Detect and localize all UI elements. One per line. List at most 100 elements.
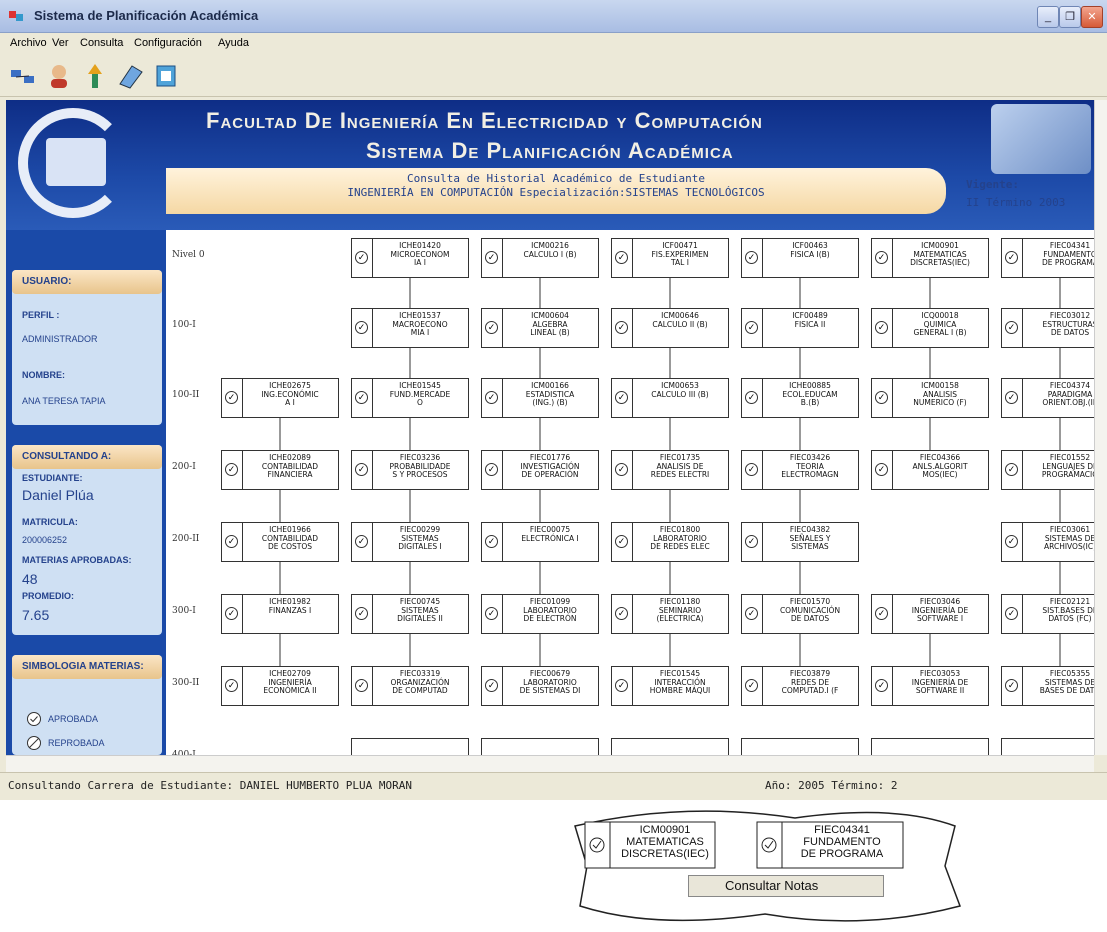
course-box[interactable]: ✓ FIEC04366 ANLS.ALGORIT MOS(IEC) <box>871 450 989 490</box>
course-box[interactable]: ✓ ICHE01537 MACROECONO MIA I <box>351 308 469 348</box>
course-label: ICHE01966 CONTABILIDAD DE COSTOS <box>244 525 336 552</box>
course-box[interactable]: ✓ ICHE01982 FINANZAS I <box>221 594 339 634</box>
course-name: CONTABILIDAD DE COSTOS <box>261 533 319 551</box>
course-box[interactable]: ✓ FIEC00299 SISTEMAS DIGITALES I <box>351 522 469 562</box>
course-box[interactable]: ✓ FIEC03012 ESTRUCTURAS DE DATOS <box>1001 308 1094 348</box>
course-name: FUNDAMENTO DE PROGRAMA <box>1042 249 1094 267</box>
course-box[interactable]: ✓ ICM00653 CALCULO III (B) <box>611 378 729 418</box>
course-name: LABORATORIO DE REDES ELEC <box>650 533 710 551</box>
course-box[interactable]: ✓ ICHE01966 CONTABILIDAD DE COSTOS <box>221 522 339 562</box>
approved-icon: ✓ <box>875 321 888 334</box>
course-name: ANALISIS NUMERICO (F) <box>913 389 967 407</box>
course-name: ALGEBRA LINEAL (B) <box>530 319 570 337</box>
course-box[interactable]: ✓ FIEC03319 ORGANIZACIÓN DE COMPUTAD <box>351 666 469 706</box>
course-box[interactable]: ✓ ICHE00885 ECOL.EDUCAM B.(B) <box>741 378 859 418</box>
horizontal-scrollbar[interactable] <box>6 755 1094 772</box>
course-box[interactable]: ✓ ICHE02675 ING.ECONÓMIC A I <box>221 378 339 418</box>
close-button[interactable]: ✕ <box>1081 6 1103 28</box>
course-divider <box>892 239 893 277</box>
course-box[interactable]: ✓ ICM00158 ANALISIS NUMERICO (F) <box>871 378 989 418</box>
menu-consulta[interactable]: Consulta <box>80 37 123 49</box>
navigate-icon[interactable] <box>80 62 110 90</box>
user-icon[interactable] <box>44 62 74 90</box>
perfil-value: ADMINISTRADOR <box>22 334 98 344</box>
menu-configuracion[interactable]: Configuración <box>134 37 202 49</box>
menu-ver[interactable]: Ver <box>52 37 69 49</box>
course-label: FIEC01776 INVESTIGACIÓN DE OPERACIÓN <box>504 453 596 480</box>
approved-icon: ✓ <box>485 607 498 620</box>
course-box[interactable]: ✓ FIEC03046 INGENIERÍA DE SOFTWARE I <box>871 594 989 634</box>
course-box[interactable]: ✓ FIEC01735 ANALISIS DE REDES ELECTRI <box>611 450 729 490</box>
course-box[interactable]: ✓ ICHE01545 FUND.MERCADE O <box>351 378 469 418</box>
course-box[interactable]: ✓ ICF00471 FIS.EXPERIMEN TAL I <box>611 238 729 278</box>
course-box[interactable]: ✓ FIEC03426 TEORIA ELECTROMAGN <box>741 450 859 490</box>
course-box[interactable]: ✓ FIEC03879 REDES DE COMPUTAD.I (F <box>741 666 859 706</box>
course-box[interactable]: ✓ ICF00463 FISICA I(B) <box>741 238 859 278</box>
course-box[interactable] <box>611 738 729 755</box>
course-box[interactable]: ✓ ICHE02709 INGENIERÍA ECONÓMICA II <box>221 666 339 706</box>
course-box[interactable] <box>1001 738 1094 755</box>
course-box[interactable]: ✓ FIEC01099 LABORATORIO DE ELECTRÓN <box>481 594 599 634</box>
maximize-button[interactable]: ❐ <box>1059 6 1081 28</box>
course-box[interactable]: ✓ FIEC01800 LABORATORIO DE REDES ELEC <box>611 522 729 562</box>
course-box[interactable]: ✓ FIEC04382 SEÑALES Y SISTEMAS <box>741 522 859 562</box>
course-box[interactable]: ✓ ICM00604 ALGEBRA LINEAL (B) <box>481 308 599 348</box>
course-divider <box>372 523 373 561</box>
approved-icon: ✓ <box>1005 463 1018 476</box>
menu-ayuda[interactable]: Ayuda <box>218 37 249 49</box>
course-box[interactable]: ✓ ICM00901 MATEMATICAS DISCRETAS(IEC) <box>871 238 989 278</box>
course-divider <box>372 379 373 417</box>
course-box[interactable]: ✓ FIEC01570 COMUNICACIÓN DE DATOS <box>741 594 859 634</box>
course-box[interactable] <box>741 738 859 755</box>
approved-icon: ✓ <box>355 535 368 548</box>
course-box[interactable]: ✓ ICQ00018 QUIMICA GENERAL I (B) <box>871 308 989 348</box>
course-box[interactable]: ✓ ICHE02089 CONTABILIDAD FINANCIERA <box>221 450 339 490</box>
course-box[interactable]: ✓ FIEC03061 SISTEMAS DE ARCHIVOS(IC) <box>1001 522 1094 562</box>
course-box[interactable]: ✓ ICM00216 CALCULO I (B) <box>481 238 599 278</box>
approved-icon: ✓ <box>355 321 368 334</box>
course-box[interactable]: ✓ FIEC01545 INTERACCIÓN HOMBRE MÁQUI <box>611 666 729 706</box>
course-box[interactable]: ✓ FIEC04341 FUNDAMENTO DE PROGRAMA <box>1001 238 1094 278</box>
minimize-button[interactable]: _ <box>1037 6 1059 28</box>
course-box[interactable]: ✓ FIEC04374 PARADIGMA ORIENT.OBJ.(IE <box>1001 378 1094 418</box>
approved-icon: ✓ <box>355 463 368 476</box>
course-box[interactable]: ✓ FIEC05355 SISTEMAS DE BASES DE DATO <box>1001 666 1094 706</box>
network-icon[interactable] <box>8 62 38 90</box>
course-box[interactable]: ✓ FIEC00075 ELECTRÓNICA I <box>481 522 599 562</box>
course-box[interactable]: ✓ ICHE01420 MICROECONOM IA I <box>351 238 469 278</box>
context-menu-consultar-notas[interactable]: Consultar Notas <box>688 875 884 897</box>
approved-icon: ✓ <box>745 607 758 620</box>
course-box[interactable]: ✓ FIEC01552 LENGUAJES DE PROGRAMACIÓ <box>1001 450 1094 490</box>
course-box[interactable] <box>871 738 989 755</box>
course-box[interactable] <box>351 738 469 755</box>
course-box[interactable]: ✓ FIEC03053 INGENIERÍA DE SOFTWARE II <box>871 666 989 706</box>
course-box[interactable]: ✓ ICF00489 FISICA II <box>741 308 859 348</box>
course-label: ICF00463 FISICA I(B) <box>764 241 856 259</box>
menu-archivo[interactable]: Archivo <box>10 37 47 49</box>
approved-icon: ✓ <box>745 391 758 404</box>
course-box[interactable] <box>481 738 599 755</box>
course-box[interactable]: ✓ FIEC00679 LABORATORIO DE SISTEMAS DI <box>481 666 599 706</box>
course-label: ICHE01537 MACROECONO MIA I <box>374 311 466 338</box>
course-label: FIEC00745 SISTEMAS DIGITALES II <box>374 597 466 624</box>
course-divider <box>242 667 243 705</box>
aprobada-label: APROBADA <box>48 714 99 724</box>
vertical-scrollbar[interactable] <box>1094 100 1107 755</box>
approved-icon: ✓ <box>485 391 498 404</box>
course-label: FIEC01800 LABORATORIO DE REDES ELEC <box>634 525 726 552</box>
book-icon[interactable] <box>116 62 146 90</box>
course-box[interactable]: ✓ FIEC03236 PROBABILIDADE S Y PROCESOS <box>351 450 469 490</box>
course-box[interactable]: ✓ FIEC00745 SISTEMAS DIGITALES II <box>351 594 469 634</box>
course-box[interactable]: ✓ FIEC01776 INVESTIGACIÓN DE OPERACIÓN <box>481 450 599 490</box>
course-box[interactable]: ✓ ICM00646 CALCULO II (B) <box>611 308 729 348</box>
report-icon[interactable] <box>152 62 182 90</box>
course-box[interactable]: ✓ FIEC02121 SIST.BASES DE DATOS (FC) <box>1001 594 1094 634</box>
course-name: INTERACCIÓN HOMBRE MÁQUI <box>649 677 711 695</box>
course-divider <box>762 451 763 489</box>
aprobadas-label: MATERIAS APROBADAS: <box>22 555 132 565</box>
course-box[interactable]: ✓ ICM00166 ESTADISTICA (ING.) (B) <box>481 378 599 418</box>
course-box[interactable]: ✓ FIEC01180 SEMINARIO (ELECTRICA) <box>611 594 729 634</box>
course-divider <box>502 451 503 489</box>
course-name: ORGANIZACIÓN DE COMPUTAD <box>390 677 450 695</box>
nombre-value: ANA TERESA TAPIA <box>22 396 106 406</box>
